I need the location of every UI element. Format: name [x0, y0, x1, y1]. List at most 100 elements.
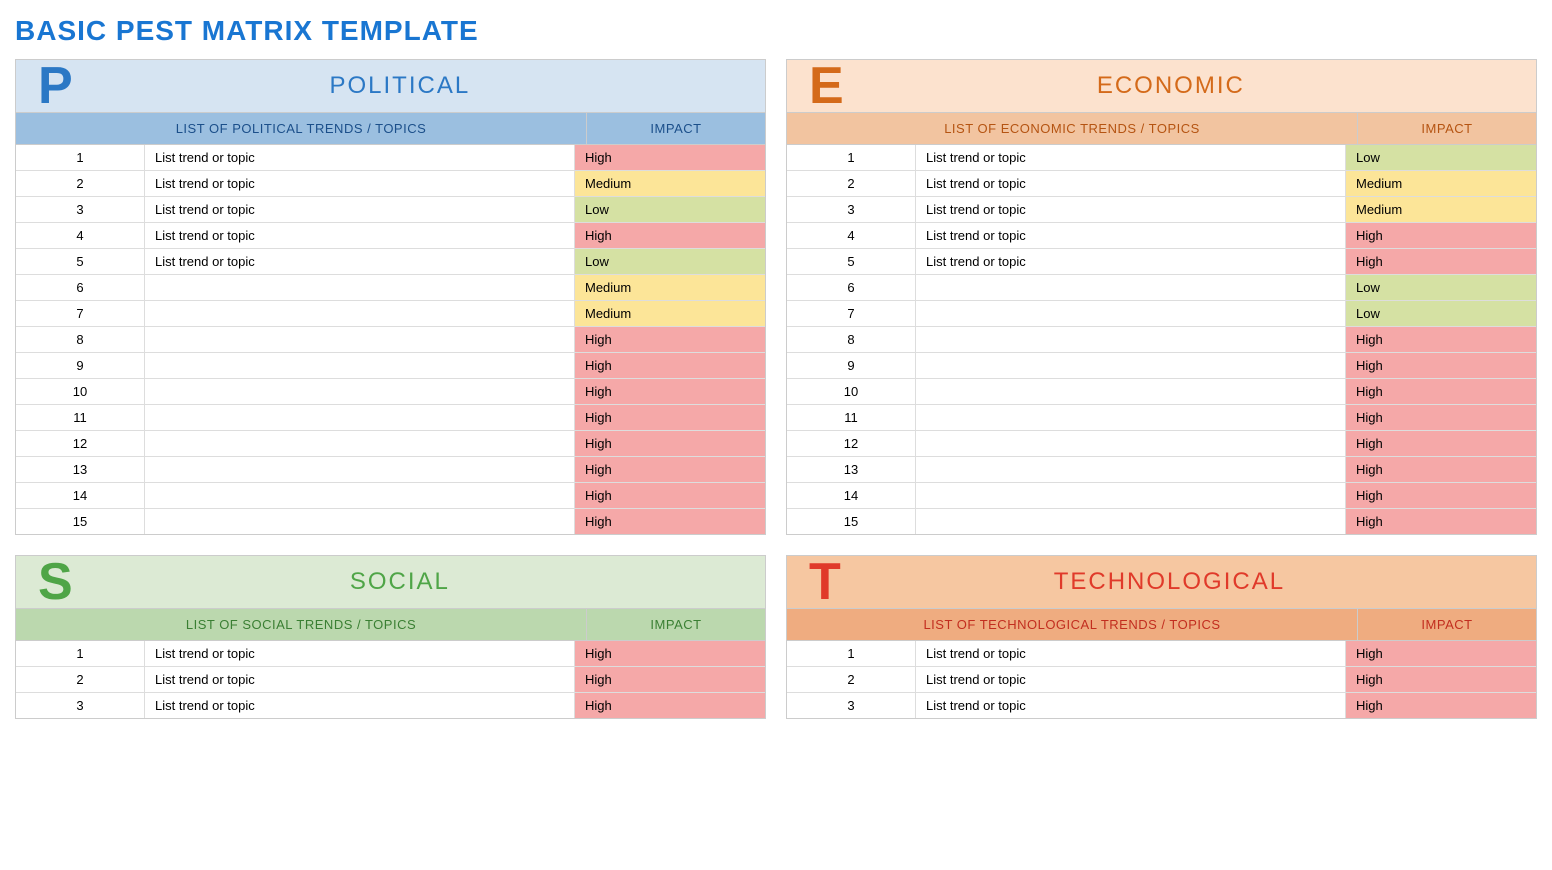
table-row: 3List trend or topicHigh — [787, 693, 1536, 718]
row-topic[interactable] — [916, 275, 1346, 300]
page-title: BASIC PEST MATRIX TEMPLATE — [15, 15, 1537, 47]
row-impact[interactable]: High — [575, 483, 765, 508]
row-topic[interactable] — [916, 405, 1346, 430]
row-topic[interactable]: List trend or topic — [145, 249, 575, 274]
row-impact[interactable]: High — [1346, 379, 1536, 404]
row-impact[interactable]: High — [575, 379, 765, 404]
row-topic[interactable] — [145, 275, 575, 300]
row-impact[interactable]: High — [1346, 249, 1536, 274]
row-impact[interactable]: High — [1346, 483, 1536, 508]
row-topic[interactable] — [145, 509, 575, 534]
row-topic[interactable]: List trend or topic — [916, 223, 1346, 248]
row-topic[interactable]: List trend or topic — [145, 641, 575, 666]
row-topic[interactable]: List trend or topic — [145, 171, 575, 196]
row-impact[interactable]: High — [575, 327, 765, 352]
table-row: 11 High — [787, 405, 1536, 431]
row-topic[interactable]: List trend or topic — [916, 249, 1346, 274]
row-topic[interactable] — [916, 431, 1346, 456]
row-impact[interactable]: High — [1346, 509, 1536, 534]
row-topic[interactable] — [145, 353, 575, 378]
row-topic[interactable]: List trend or topic — [916, 667, 1346, 692]
row-impact[interactable]: High — [575, 509, 765, 534]
row-impact[interactable]: Low — [575, 197, 765, 222]
table-row: 1List trend or topicHigh — [16, 145, 765, 171]
row-number: 3 — [787, 693, 916, 718]
row-topic[interactable]: List trend or topic — [145, 145, 575, 170]
row-topic[interactable]: List trend or topic — [916, 693, 1346, 718]
table-row: 4List trend or topicHigh — [16, 223, 765, 249]
row-number: 14 — [16, 483, 145, 508]
table-row: 12High — [16, 431, 765, 457]
table-row: 1List trend or topicHigh — [16, 641, 765, 667]
row-topic[interactable] — [145, 483, 575, 508]
panel-title: ECONOMIC — [866, 72, 1536, 100]
row-topic[interactable]: List trend or topic — [916, 145, 1346, 170]
row-impact[interactable]: High — [1346, 693, 1536, 718]
row-number: 14 — [787, 483, 916, 508]
row-topic[interactable] — [916, 509, 1346, 534]
row-number: 5 — [16, 249, 145, 274]
row-topic[interactable] — [145, 301, 575, 326]
row-topic[interactable] — [916, 301, 1346, 326]
row-topic[interactable] — [916, 379, 1346, 404]
row-impact[interactable]: High — [1346, 405, 1536, 430]
row-topic[interactable]: List trend or topic — [145, 693, 575, 718]
row-impact[interactable]: Low — [1346, 145, 1536, 170]
row-impact[interactable]: High — [575, 431, 765, 456]
row-topic[interactable] — [145, 405, 575, 430]
row-impact[interactable]: Low — [575, 249, 765, 274]
row-number: 15 — [787, 509, 916, 534]
impact-header: IMPACT — [586, 609, 765, 640]
row-topic[interactable] — [145, 457, 575, 482]
row-impact[interactable]: High — [1346, 457, 1536, 482]
row-impact[interactable]: Medium — [575, 275, 765, 300]
row-topic[interactable]: List trend or topic — [145, 223, 575, 248]
row-impact[interactable]: High — [575, 641, 765, 666]
row-number: 2 — [787, 171, 916, 196]
row-impact[interactable]: High — [1346, 667, 1536, 692]
row-impact[interactable]: Medium — [575, 171, 765, 196]
row-impact[interactable]: High — [575, 145, 765, 170]
row-impact[interactable]: Low — [1346, 301, 1536, 326]
row-topic[interactable] — [916, 327, 1346, 352]
list-header: LIST OF SOCIAL TRENDS / TOPICS — [16, 609, 586, 640]
row-topic[interactable] — [145, 431, 575, 456]
row-impact[interactable]: High — [1346, 223, 1536, 248]
panel-head: TTECHNOLOGICAL — [787, 556, 1536, 609]
table-row: 4List trend or topicHigh — [787, 223, 1536, 249]
row-topic[interactable] — [916, 457, 1346, 482]
panel-letter: P — [16, 60, 95, 112]
row-topic[interactable]: List trend or topic — [145, 197, 575, 222]
row-topic[interactable]: List trend or topic — [916, 197, 1346, 222]
row-impact[interactable]: High — [1346, 431, 1536, 456]
table-row: 15High — [16, 509, 765, 534]
row-topic[interactable]: List trend or topic — [145, 667, 575, 692]
table-row: 14 High — [787, 483, 1536, 509]
row-topic[interactable]: List trend or topic — [916, 641, 1346, 666]
row-impact[interactable]: High — [575, 693, 765, 718]
row-topic[interactable] — [916, 353, 1346, 378]
row-number: 7 — [787, 301, 916, 326]
row-number: 11 — [16, 405, 145, 430]
row-impact[interactable]: High — [1346, 641, 1536, 666]
row-impact[interactable]: High — [575, 405, 765, 430]
row-topic[interactable] — [916, 483, 1346, 508]
row-number: 4 — [16, 223, 145, 248]
row-number: 11 — [787, 405, 916, 430]
row-number: 7 — [16, 301, 145, 326]
row-topic[interactable] — [145, 327, 575, 352]
row-impact[interactable]: Low — [1346, 275, 1536, 300]
row-impact[interactable]: High — [1346, 327, 1536, 352]
row-topic[interactable] — [145, 379, 575, 404]
row-impact[interactable]: High — [575, 223, 765, 248]
row-impact[interactable]: Medium — [1346, 171, 1536, 196]
row-impact[interactable]: High — [575, 667, 765, 692]
row-topic[interactable]: List trend or topic — [916, 171, 1346, 196]
row-number: 2 — [787, 667, 916, 692]
row-impact[interactable]: High — [575, 353, 765, 378]
row-impact[interactable]: High — [1346, 353, 1536, 378]
panel-e: EECONOMICLIST OF ECONOMIC TRENDS / TOPIC… — [786, 59, 1537, 535]
row-impact[interactable]: High — [575, 457, 765, 482]
row-impact[interactable]: Medium — [1346, 197, 1536, 222]
row-impact[interactable]: Medium — [575, 301, 765, 326]
